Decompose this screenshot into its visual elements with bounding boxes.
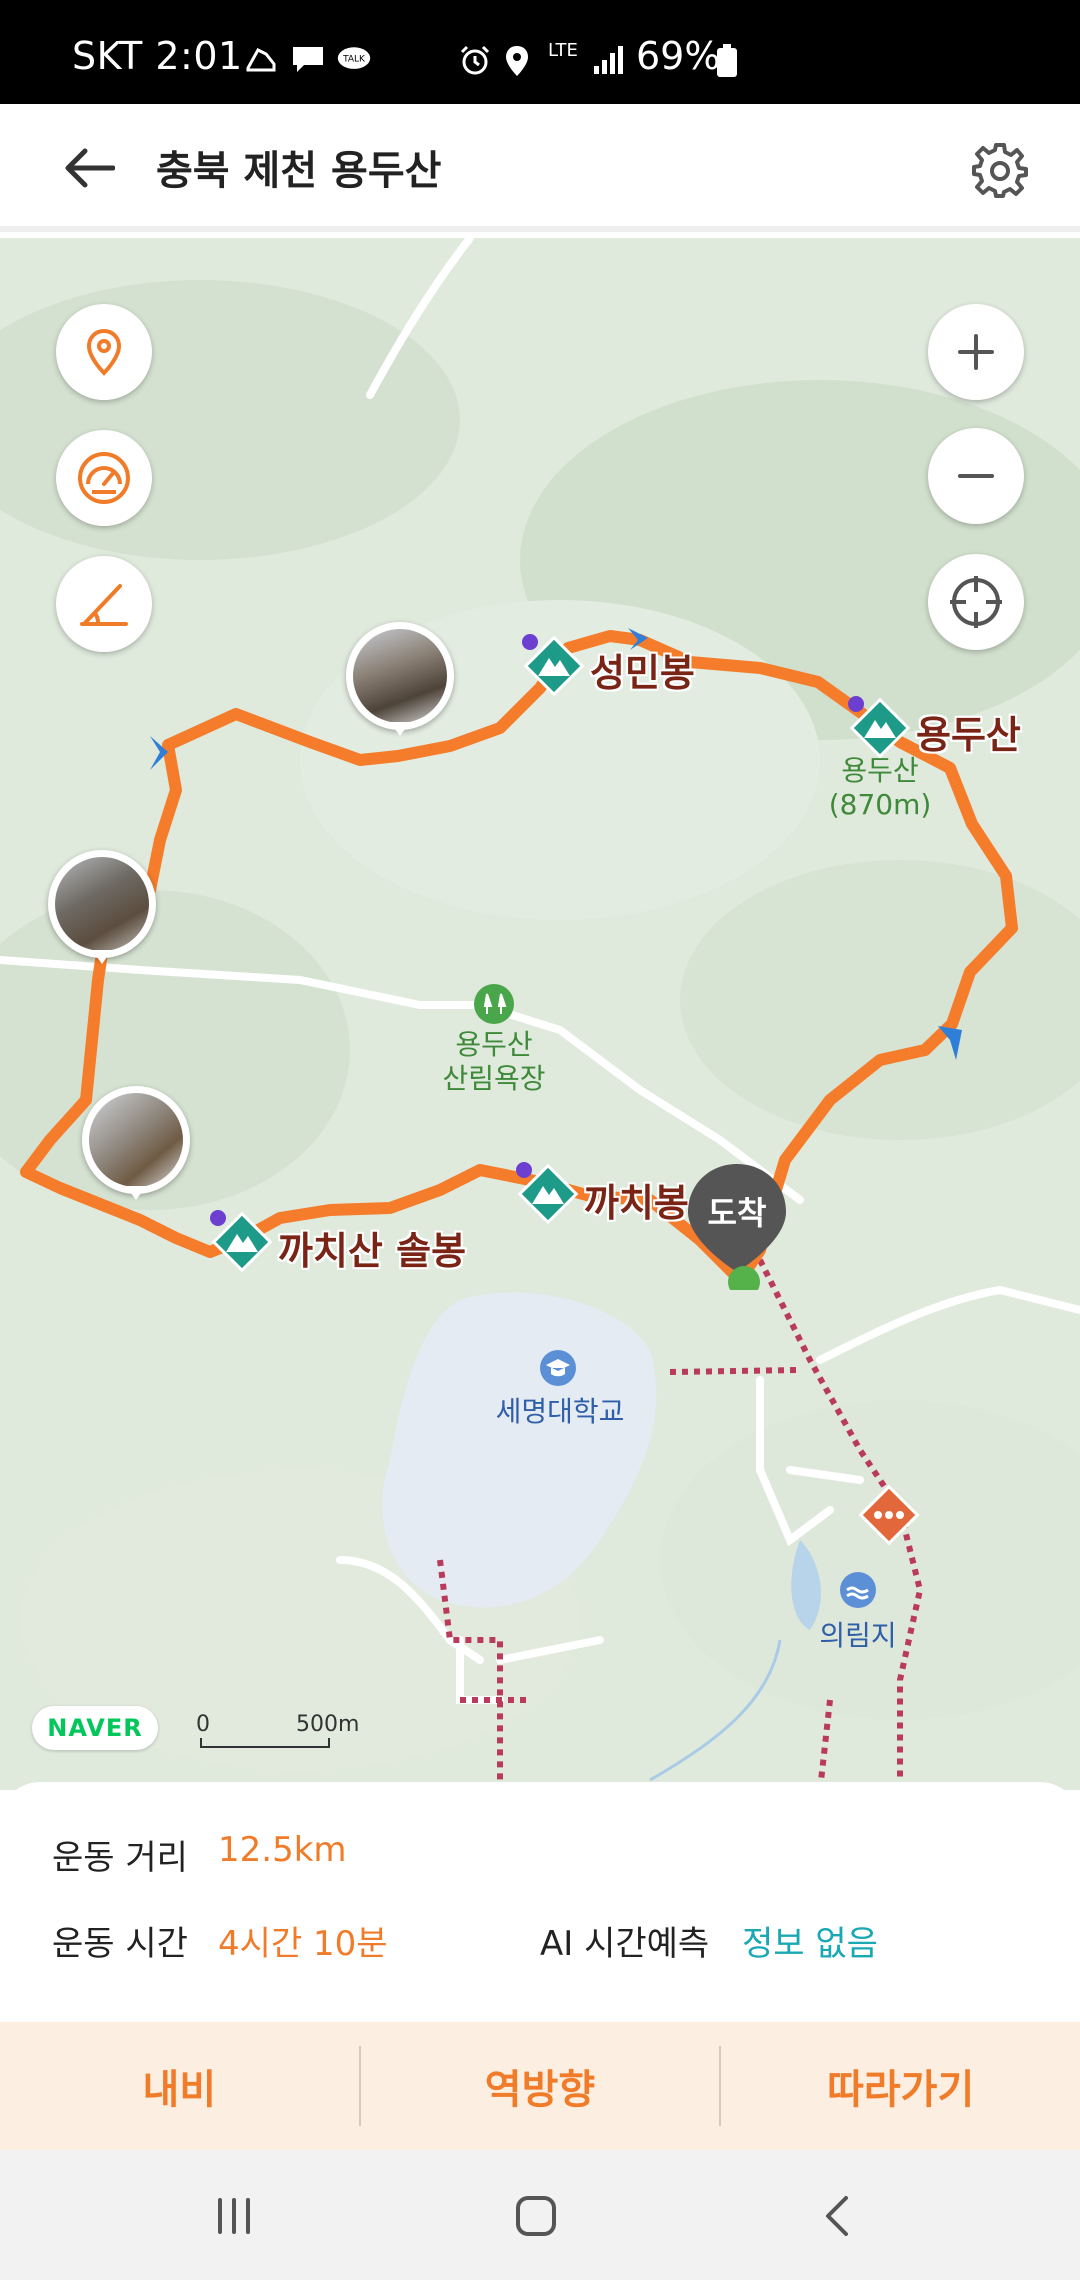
- follow-route-button[interactable]: 따라가기: [721, 2022, 1080, 2150]
- gear-icon: [972, 143, 1028, 198]
- back-nav-button[interactable]: [806, 2184, 870, 2248]
- map-pin-icon: [86, 328, 122, 376]
- time-value: 4시간 10분: [218, 1924, 388, 1964]
- recent-apps-button[interactable]: [202, 2184, 266, 2248]
- reservoir-label: 의림지: [819, 1619, 897, 1652]
- distance-label: 운동 거리: [52, 1838, 188, 1878]
- recent-apps-icon: [218, 2198, 250, 2234]
- photo-marker[interactable]: [346, 622, 454, 736]
- summit-name: 용두산: [841, 754, 919, 787]
- status-bar: SKT 2:01 TALK LTE 69%: [0, 0, 1080, 104]
- home-button[interactable]: [504, 2184, 568, 2248]
- naver-logo: NAVER: [32, 1706, 158, 1750]
- peak-label: 까치산 솔봉: [278, 1229, 467, 1273]
- peak-label: 용두산: [916, 713, 1021, 757]
- speedometer-button[interactable]: [56, 430, 152, 526]
- zoom-out-button[interactable]: [928, 428, 1024, 524]
- elevation-slope-button[interactable]: [56, 556, 152, 652]
- map-view[interactable]: 성민봉 용두산 까치봉 까치산 솔봉 용두산 (870m) 용두산 산림욕장 세…: [0, 238, 1080, 1790]
- summit-elevation-label: 용두산 (870m): [820, 754, 940, 822]
- home-icon: [516, 2196, 556, 2236]
- forest-name-line2: 산림욕장: [442, 1062, 546, 1095]
- scale-zero: 0: [196, 1712, 210, 1737]
- peak-marker-icon[interactable]: [522, 634, 586, 698]
- network-type: LTE: [548, 40, 578, 61]
- trail-photo: [55, 857, 149, 951]
- trail-photo: [353, 629, 447, 723]
- peak-marker-icon[interactable]: [210, 1210, 274, 1274]
- scale-bar: [200, 1738, 330, 1748]
- action-bar: 내비 역방향 따라가기: [0, 2022, 1080, 2150]
- signal-icon: [594, 46, 623, 74]
- slope-icon: [80, 584, 128, 626]
- message-notification-icon: [293, 47, 323, 72]
- app-bar: 충북 제천 용두산: [0, 104, 1080, 232]
- arrival-label: 도착: [707, 1194, 767, 1232]
- battery-percentage: 69%: [636, 34, 721, 78]
- trail-photo: [89, 1093, 183, 1187]
- my-location-button[interactable]: [928, 554, 1024, 650]
- shoe-notification-icon: [246, 48, 276, 72]
- peak-marker-icon[interactable]: [516, 1162, 580, 1226]
- forest-label: 용두산 산림욕장: [424, 1028, 564, 1096]
- ai-prediction-label: AI 시간예측: [540, 1924, 710, 1964]
- alarm-icon: [460, 45, 490, 75]
- kakaotalk-notification-icon: TALK: [337, 47, 371, 69]
- university-label: 세명대학교: [495, 1395, 625, 1428]
- scale-distance: 500m: [296, 1712, 360, 1737]
- university-icon: [540, 1350, 576, 1386]
- forest-icon: [474, 984, 514, 1024]
- plus-icon: [958, 334, 994, 370]
- navigation-button[interactable]: 내비: [0, 2022, 359, 2150]
- forest-name-line1: 용두산: [455, 1028, 533, 1061]
- poi-location-button[interactable]: [56, 304, 152, 400]
- minus-icon: [958, 474, 994, 478]
- peak-label: 성민봉: [590, 651, 695, 695]
- photo-marker[interactable]: [82, 1086, 190, 1200]
- more-poi-icon[interactable]: [856, 1482, 922, 1548]
- carrier-time: SKT 2:01: [72, 34, 243, 78]
- crosshair-icon: [950, 576, 1002, 628]
- distance-value: 12.5km: [218, 1830, 347, 1870]
- page-title: 충북 제천 용두산: [156, 148, 442, 194]
- settings-button[interactable]: [968, 138, 1032, 202]
- reverse-route-button[interactable]: 역방향: [361, 2022, 720, 2150]
- map-canvas: [0, 238, 1080, 1790]
- system-nav-bar: [0, 2150, 1080, 2280]
- photo-marker[interactable]: [48, 850, 156, 964]
- back-arrow-icon: [65, 148, 115, 188]
- zoom-in-button[interactable]: [928, 304, 1024, 400]
- reservoir-icon: [840, 1572, 876, 1608]
- time-label: 운동 시간: [52, 1924, 188, 1964]
- chevron-left-icon: [826, 2196, 848, 2236]
- battery-icon: [717, 44, 737, 77]
- peak-marker-icon[interactable]: [848, 696, 912, 760]
- ai-prediction-value: 정보 없음: [742, 1924, 878, 1964]
- route-stats-sheet: 운동 거리 12.5km 운동 시간 4시간 10분 AI 시간예측 정보 없음: [0, 1782, 1080, 2022]
- peak-label: 까치봉: [584, 1181, 689, 1225]
- speedometer-icon: [78, 452, 130, 504]
- svg-text:TALK: TALK: [342, 55, 366, 65]
- location-icon: [506, 46, 528, 76]
- summit-elevation: (870m): [828, 788, 932, 821]
- back-button[interactable]: [54, 136, 124, 200]
